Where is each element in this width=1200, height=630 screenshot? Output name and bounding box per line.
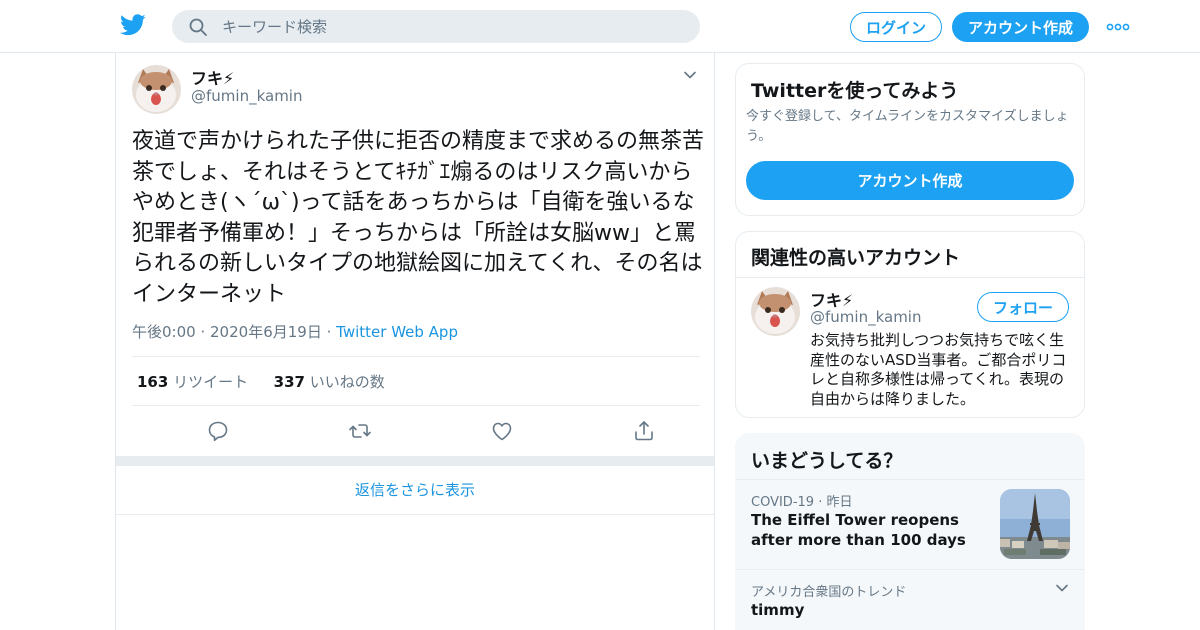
login-button[interactable]: ログイン: [850, 12, 942, 42]
tweet-author-handle[interactable]: @fumin_kamin: [191, 87, 302, 105]
signup-card: Twitterを使ってみよう 今すぐ登録して、タイムラインをカスタマイズしましょ…: [735, 63, 1085, 216]
divider: [132, 356, 700, 357]
like-heart-icon[interactable]: [490, 419, 514, 443]
tweet-date[interactable]: 2020年6月19日: [210, 323, 322, 341]
share-icon[interactable]: [632, 419, 656, 443]
related-accounts-title: 関連性の高いアカウント: [751, 247, 961, 269]
search-icon: [189, 18, 207, 36]
retweet-label: リツイート: [173, 373, 249, 391]
related-accounts-card: 関連性の高いアカウント フキ⚡ @fumin_kamin フォロー お気持ち批判…: [735, 231, 1085, 418]
signup-button[interactable]: アカウント作成: [952, 12, 1089, 42]
more-options-icon[interactable]: [1106, 17, 1130, 37]
trend-time: 昨日: [826, 495, 853, 510]
trend-context: アメリカ合衆国のトレンド: [751, 585, 907, 600]
avatar[interactable]: [751, 287, 800, 336]
section-separator: [116, 456, 714, 466]
like-stat[interactable]: 337 いいねの数: [274, 373, 385, 391]
trend-name[interactable]: timmy: [751, 601, 804, 619]
like-count: 337: [273, 373, 305, 391]
follow-button[interactable]: フォロー: [977, 292, 1069, 322]
divider: [736, 479, 1084, 480]
eiffel-tower-image-icon: [1000, 489, 1070, 559]
tweet-author-name[interactable]: フキ⚡: [191, 65, 234, 89]
divider: [736, 569, 1084, 570]
divider: [132, 405, 700, 406]
show-more-replies-link[interactable]: 返信をさらに表示: [116, 466, 714, 515]
retweet-count: 163: [137, 373, 169, 391]
chevron-down-icon[interactable]: [1054, 580, 1070, 596]
twitter-logo-icon[interactable]: [120, 14, 146, 36]
signup-card-description: 今すぐ登録して、タイムラインをカスタマイズしましょう。: [746, 109, 1069, 144]
cat-avatar-icon: [132, 65, 181, 114]
trend-headline[interactable]: The Eiffel Tower reopens after more than…: [751, 511, 991, 550]
retweet-stat[interactable]: 163 リツイート: [137, 373, 248, 391]
tweet-source-link[interactable]: Twitter Web App: [336, 323, 458, 341]
search-input[interactable]: [222, 16, 682, 37]
trends-card: いまどうしてる？ COVID-19 · 昨日 The Eiffel Tower …: [735, 433, 1085, 630]
tweet-actions: [132, 419, 700, 443]
trends-title: いまどうしてる？: [751, 450, 903, 472]
related-account-handle[interactable]: @fumin_kamin: [810, 308, 921, 326]
signup-card-title: Twitterを使ってみよう: [751, 80, 959, 102]
cat-avatar-icon: [751, 287, 800, 336]
divider: [736, 277, 1084, 278]
tweet-text: 夜道で声かけられた子供に拒否の精度まで求めるの無茶苦茶でしょ、それはそうとてｷﾁ…: [132, 129, 705, 307]
tweet-time[interactable]: 午後0:00: [132, 323, 196, 341]
reply-icon[interactable]: [206, 419, 230, 443]
create-account-button[interactable]: アカウント作成: [746, 161, 1074, 200]
trend-category: COVID-19: [751, 495, 815, 510]
chevron-down-icon[interactable]: [682, 67, 698, 83]
trend-item-meta: COVID-19 · 昨日: [751, 495, 853, 510]
top-bar: ログイン アカウント作成: [0, 0, 1200, 53]
search-bar[interactable]: [172, 10, 700, 43]
tweet-metadata: 午後0:00 · 2020年6月19日 · Twitter Web App: [132, 323, 458, 341]
like-label: いいねの数: [309, 373, 385, 391]
tweet-stats: 163 リツイート 337 いいねの数: [137, 371, 385, 392]
related-account-bio: お気持ち批判しつつお気持ちで呟く生産性のないASD当事者。ご都合ポリコレと自称多…: [810, 331, 1067, 408]
trend-thumbnail[interactable]: [1000, 489, 1070, 559]
tweet-column: フキ⚡ @fumin_kamin 夜道で声かけられた子供に拒否の精度まで求めるの…: [115, 53, 715, 630]
avatar[interactable]: [132, 65, 181, 114]
retweet-icon[interactable]: [348, 419, 372, 443]
